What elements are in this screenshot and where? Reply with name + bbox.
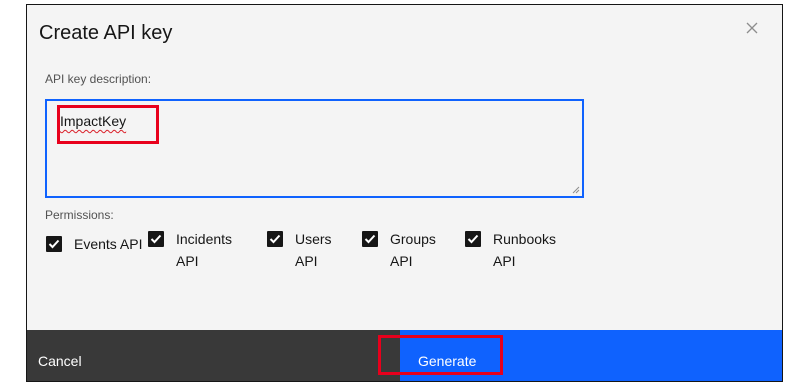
- permission-runbooks-api[interactable]: Runbooks API: [465, 228, 573, 272]
- permission-label: Events API: [74, 236, 143, 252]
- checkbox-checked-icon[interactable]: [148, 231, 164, 247]
- dialog-footer: Cancel Generate: [27, 330, 782, 381]
- permissions-label: Permissions:: [45, 208, 114, 222]
- description-label: API key description:: [45, 72, 152, 86]
- permission-incidents-api[interactable]: Incidents API: [148, 228, 256, 272]
- description-value: ImpactKey: [60, 113, 127, 129]
- permission-label: Groups API: [390, 231, 436, 269]
- create-api-key-dialog: Create API key API key description: Impa…: [26, 4, 783, 382]
- permission-users-api[interactable]: Users API: [267, 228, 345, 272]
- checkbox-checked-icon[interactable]: [362, 231, 378, 247]
- permission-events-api[interactable]: Events API: [46, 233, 154, 255]
- close-button[interactable]: [742, 19, 762, 39]
- resize-handle-icon[interactable]: [570, 184, 580, 194]
- permission-label: Incidents API: [176, 231, 233, 269]
- checkbox-checked-icon[interactable]: [465, 231, 481, 247]
- description-textarea[interactable]: ImpactKey: [45, 99, 584, 198]
- permission-label: Users API: [295, 231, 332, 269]
- checkbox-checked-icon[interactable]: [267, 231, 283, 247]
- permission-label: Runbooks API: [493, 231, 557, 269]
- cancel-button[interactable]: Cancel: [27, 330, 400, 381]
- checkbox-checked-icon[interactable]: [46, 236, 62, 252]
- dialog-title: Create API key: [39, 22, 173, 44]
- close-icon: [746, 22, 758, 34]
- permission-groups-api[interactable]: Groups API: [362, 228, 450, 272]
- generate-button[interactable]: Generate: [400, 330, 782, 381]
